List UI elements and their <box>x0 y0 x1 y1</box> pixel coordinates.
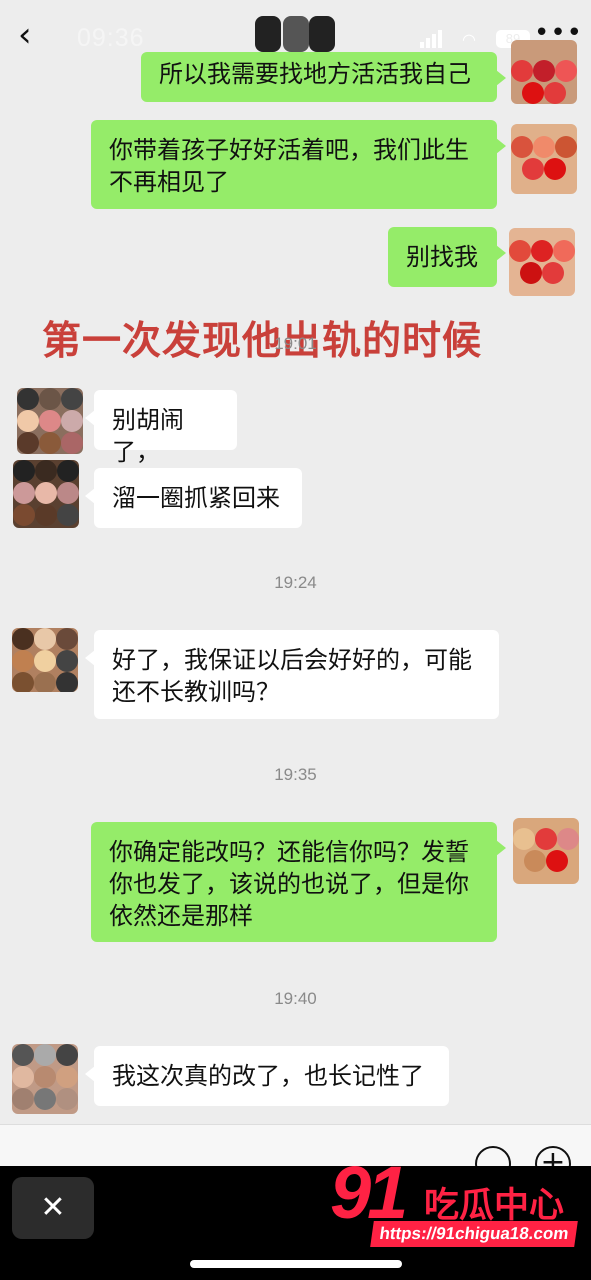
message-text: 别找我 <box>406 243 478 271</box>
wifi-icon: ◠ <box>462 30 476 49</box>
chat-title-obscured <box>255 16 335 52</box>
message-text: 好了，我保证以后会好好的，可能还不长教训吗？ <box>112 646 472 706</box>
message-bubble-sent[interactable]: 别找我 <box>388 227 506 287</box>
message-bubble-received[interactable]: 好了，我保证以后会好好的，可能还不长教训吗？ <box>85 630 499 719</box>
avatar-contact[interactable] <box>13 460 79 528</box>
message-text: 你确定能改吗？还能信你吗？发誓你也发了，该说的也说了，但是你依然还是那样 <box>109 838 469 930</box>
signal-icon <box>420 30 444 48</box>
timestamp: 19:24 <box>274 573 317 592</box>
message-text: 所以我需要找地方活活我自己 <box>159 60 471 88</box>
status-time: 09:36 <box>77 24 145 52</box>
avatar-contact[interactable] <box>17 388 83 454</box>
avatar-contact[interactable] <box>12 1044 78 1114</box>
message-bubble-sent[interactable]: 所以我需要找地方活活我自己 <box>141 52 506 102</box>
message-text: 我这次真的改了，也长记性了 <box>112 1062 424 1090</box>
avatar-self[interactable] <box>511 40 577 104</box>
timestamp: 19:35 <box>274 765 317 784</box>
avatar-contact[interactable] <box>12 628 78 692</box>
avatar-self[interactable] <box>511 124 577 194</box>
message-text: 你带着孩子好好活着吧，我们此生不再相见了 <box>109 136 469 196</box>
home-indicator[interactable] <box>190 1260 402 1268</box>
back-chevron-icon[interactable]: ‹ <box>18 18 48 52</box>
message-text: 别胡闹了， <box>112 406 184 466</box>
avatar-self[interactable] <box>509 228 575 296</box>
timestamp: 19:01 <box>274 334 317 353</box>
message-text: 溜一圈抓紧回来 <box>112 484 280 512</box>
message-bubble-received[interactable]: 我这次真的改了，也长记性了 <box>85 1046 449 1106</box>
message-bubble-received[interactable]: 溜一圈抓紧回来 <box>85 468 302 528</box>
message-bubble-sent[interactable]: 你确定能改吗？还能信你吗？发誓你也发了，该说的也说了，但是你依然还是那样 <box>91 822 506 942</box>
message-bubble-received[interactable]: 别胡闹了， <box>85 390 237 466</box>
close-button[interactable]: ✕ <box>12 1177 94 1239</box>
message-bubble-sent[interactable]: 你带着孩子好好活着吧，我们此生不再相见了 <box>91 120 506 209</box>
watermark-url: https://91chigua18.com <box>370 1221 578 1247</box>
timestamp: 19:40 <box>274 989 317 1008</box>
avatar-self[interactable] <box>513 818 579 884</box>
